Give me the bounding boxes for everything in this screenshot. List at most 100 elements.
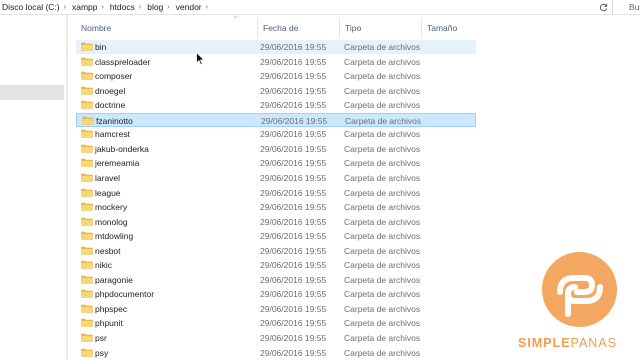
file-type: Carpeta de archivos (344, 42, 421, 52)
nav-pane-splitter[interactable] (66, 15, 68, 360)
file-date: 29/06/2016 19:55 (260, 274, 327, 285)
file-name: bin (95, 42, 107, 52)
breadcrumb-item-vendor[interactable]: vendor (176, 2, 202, 12)
file-type: Carpeta de archivos (344, 231, 421, 242)
file-name: phpspec (95, 303, 128, 314)
nav-selected-item[interactable] (0, 85, 64, 100)
file-name: phpdocumentor (95, 289, 155, 300)
file-name: laravel (95, 172, 121, 183)
search-placeholder: Bus (629, 2, 640, 12)
table-row[interactable]: league 29/06/2016 19:55 Carpeta de archivo… (76, 186, 476, 200)
table-row[interactable]: fzaninotto 29/06/2016 19:55 Carpeta de arc… (76, 112, 476, 127)
file-type: Carpeta de archivos (344, 85, 421, 96)
brand-part-bold: SIMPLE (518, 336, 571, 350)
file-name: psr (95, 333, 107, 343)
file-type: Carpeta de archivos (344, 333, 421, 343)
table-row[interactable]: phpdocumentor 29/06/2016 19:55 Carpeta de … (76, 287, 476, 301)
table-row[interactable]: phpunit 29/06/2016 19:55 Carpeta de archiv… (76, 316, 476, 330)
file-date: 29/06/2016 19:55 (260, 347, 327, 358)
table-row[interactable]: classpreloader 29/06/2016 19:55 Carpeta de… (76, 55, 476, 69)
table-row[interactable]: bin 29/06/2016 19:55 Carpeta de archivos (76, 40, 476, 54)
folder-icon (81, 202, 93, 211)
table-row[interactable]: laravel 29/06/2016 19:55 Carpeta de archiv… (76, 171, 476, 185)
table-row[interactable]: psy 29/06/2016 19:55 Carpeta de archivos (76, 346, 476, 360)
table-row[interactable]: dnoegel 29/06/2016 19:55 Carpeta de archiv… (76, 84, 476, 98)
file-name: jeremeamia (95, 158, 140, 169)
file-date: 29/06/2016 19:55 (260, 187, 327, 198)
file-name: fzaninotto (96, 115, 133, 126)
file-type: Carpeta de archivos (344, 100, 421, 111)
brand-part-light: PANAS (570, 336, 617, 350)
breadcrumb-item-disk[interactable]: Disco local (C:) (2, 2, 60, 12)
folder-icon (81, 319, 93, 328)
file-date: 29/06/2016 19:55 (260, 172, 327, 183)
chevron-right-icon: › (101, 3, 104, 11)
table-row[interactable]: monolog 29/06/2016 19:55 Carpeta de archiv… (76, 215, 476, 229)
file-date: 29/06/2016 19:55 (260, 42, 327, 52)
file-date: 29/06/2016 19:55 (260, 85, 327, 96)
mouse-pointer-icon (196, 52, 205, 66)
column-header-type[interactable]: Tipo (340, 18, 422, 38)
table-row[interactable]: mockery 29/06/2016 19:55 Carpeta de archiv… (76, 200, 476, 214)
divider (0, 14, 640, 15)
refresh-button[interactable] (596, 1, 610, 14)
folder-icon (81, 348, 93, 357)
table-row[interactable]: nikic 29/06/2016 19:55 Carpeta de archivos (76, 258, 476, 272)
file-type: Carpeta de archivos (344, 56, 421, 67)
folder-icon (81, 246, 93, 255)
file-date: 29/06/2016 19:55 (260, 231, 327, 242)
file-type: Carpeta de archivos (344, 274, 421, 285)
folder-icon (81, 159, 93, 168)
file-date: 29/06/2016 19:55 (260, 158, 327, 169)
column-header-date[interactable]: Fecha de modifica... (258, 18, 340, 53)
file-name: paragonie (95, 274, 133, 285)
chevron-right-icon: › (138, 3, 142, 11)
search-input[interactable]: Bus (612, 0, 640, 14)
file-date: 29/06/2016 19:55 (260, 333, 327, 343)
file-date: 29/06/2016 19:55 (260, 143, 327, 154)
folder-icon (81, 261, 93, 269)
file-type: Carpeta de archivos (344, 260, 421, 271)
table-row[interactable]: phpspec 29/06/2016 19:55 Carpeta de archiv… (76, 302, 476, 316)
navigation-pane[interactable] (0, 15, 66, 360)
file-type: Carpeta de archivos (344, 158, 421, 169)
column-header-name[interactable]: Nombre (76, 18, 258, 38)
table-row[interactable]: jeremeamia 29/06/2016 19:55 Carpeta de arc… (76, 156, 476, 170)
file-name: psy (95, 347, 109, 358)
column-header-size[interactable]: Tamaño (422, 18, 480, 38)
file-type: Carpeta de archivos (344, 303, 421, 314)
address-bar[interactable]: Disco local (C:) › xampp › htdocs › blog… (0, 0, 592, 14)
table-row[interactable]: hamcrest 29/06/2016 19:55 Carpeta de archi… (76, 127, 476, 141)
folder-icon (81, 144, 93, 153)
file-name: phpunit (95, 318, 123, 329)
file-name: monolog (95, 216, 128, 227)
file-name: league (95, 187, 121, 198)
logo-glyph-icon (557, 275, 603, 317)
folder-icon (81, 231, 93, 240)
folder-icon (81, 217, 93, 226)
folder-icon (82, 116, 94, 125)
breadcrumb-item-blog[interactable]: blog (147, 2, 163, 12)
folder-icon (81, 333, 93, 342)
breadcrumb-item-htdocs[interactable]: htdocs (110, 2, 135, 12)
file-name: nesbot (95, 245, 121, 256)
table-row[interactable]: jakub-onderka 29/06/2016 19:55 Carpeta de … (76, 142, 476, 156)
table-row[interactable]: doctrine 29/06/2016 19:55 Carpeta de archi… (76, 98, 476, 112)
table-row[interactable]: composer 29/06/2016 19:55 Carpeta de archi… (76, 69, 476, 83)
file-type: Carpeta de archivos (344, 216, 421, 227)
table-row[interactable]: mtdowling 29/06/2016 19:55 Carpeta de arch… (76, 229, 476, 243)
file-date: 29/06/2016 19:55 (260, 56, 327, 67)
folder-icon (81, 57, 93, 66)
file-type: Carpeta de archivos (344, 289, 421, 300)
table-row[interactable]: paragonie 29/06/2016 19:55 Carpeta de arch… (76, 273, 476, 287)
breadcrumb-item-xampp[interactable]: xampp (72, 2, 98, 12)
table-row[interactable]: psr 29/06/2016 19:55 Carpeta de archivos (76, 331, 476, 345)
brand-logo (542, 252, 617, 327)
file-name: mtdowling (95, 231, 134, 242)
file-name: dnoegel (95, 85, 126, 96)
table-row[interactable]: nesbot 29/06/2016 19:55 Carpeta de archivo… (76, 244, 476, 258)
chevron-right-icon: › (205, 3, 208, 11)
file-date: 29/06/2016 19:55 (260, 318, 327, 329)
folder-icon (81, 42, 93, 51)
folder-icon (81, 100, 93, 109)
